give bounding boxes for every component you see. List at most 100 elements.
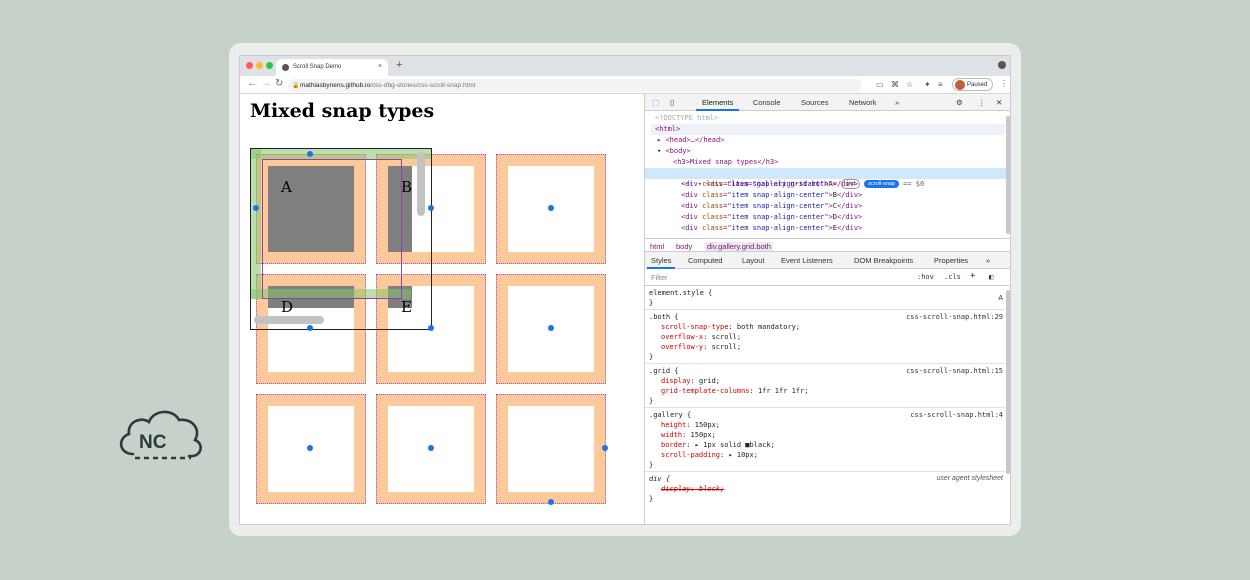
avatar: [955, 80, 965, 90]
nc-cloud-logo: NC: [119, 410, 202, 460]
device-toggle-icon[interactable]: ▯: [670, 98, 674, 107]
snap-point-dot: [253, 205, 259, 211]
dom-head[interactable]: ▸ <head>…</head>: [657, 135, 1010, 146]
browser-window: Scroll Snap Demo × + ← → ↻ 🔒 mathiasbyne…: [239, 55, 1011, 525]
dom-gallery-div-selected[interactable]: ··· ▾ <div class="gallery grid both"> gr…: [645, 168, 1007, 189]
css-declaration[interactable]: overflow-y: scroll;: [661, 342, 741, 352]
svg-text:NC: NC: [139, 432, 167, 453]
record-icon[interactable]: [998, 61, 1006, 69]
css-declaration[interactable]: height: 150px;: [661, 420, 720, 430]
devtools-toolbar: ⬚ ▯ Elements Console Sources Network » ⚙…: [645, 94, 1010, 111]
snap-point-dot: [428, 445, 434, 451]
dom-item[interactable]: <div class="item snap-align-center">C</d…: [681, 201, 1010, 212]
breadcrumb-body[interactable]: body: [676, 242, 692, 251]
grid-item-i: [496, 394, 606, 504]
dom-item[interactable]: <div class="item snap-align-center">E</d…: [681, 223, 1010, 234]
css-declaration[interactable]: scroll-snap-type: both mandatory;: [661, 322, 800, 332]
snap-point-dot: [307, 325, 313, 331]
css-declaration[interactable]: overflow-x: scroll;: [661, 332, 741, 342]
tab-title: Scroll Snap Demo: [293, 64, 342, 70]
font-editor-icon[interactable]: A: [998, 294, 1003, 304]
maximize-window-button[interactable]: [266, 62, 273, 69]
styles-filter-bar: Filter :hov .cls + ◧: [645, 269, 1010, 286]
toggle-sidebar-icon[interactable]: ◧: [989, 273, 993, 281]
rule-div-user-agent: div { user agent stylesheet display: blo…: [649, 475, 1003, 503]
hov-toggle[interactable]: :hov: [917, 273, 934, 281]
breadcrumb-gallery[interactable]: div.gallery.grid.both: [705, 242, 773, 251]
snap-point-dot: [307, 151, 313, 157]
cls-toggle[interactable]: .cls: [944, 273, 961, 281]
css-declaration[interactable]: display: grid;: [661, 376, 720, 386]
page-heading: Mixed snap types: [250, 100, 435, 122]
breadcrumb-html[interactable]: html: [650, 242, 664, 251]
rule-source-link[interactable]: css-scroll-snap.html:4: [910, 410, 1003, 420]
tab-console[interactable]: Console: [753, 98, 781, 107]
cast-icon[interactable]: ▭: [876, 80, 884, 89]
inspect-element-icon[interactable]: ⬚: [652, 98, 659, 107]
dom-h3[interactable]: <h3>Mixed snap types</h3>: [673, 157, 1010, 168]
media-icon[interactable]: ≡: [938, 80, 943, 89]
close-window-button[interactable]: [246, 62, 253, 69]
browser-menu-icon[interactable]: ⋮: [1000, 79, 1008, 88]
more-subtabs-icon[interactable]: »: [986, 256, 990, 265]
css-declaration[interactable]: scroll-padding: ▸ 10px;: [661, 450, 758, 460]
snap-point-dot: [428, 205, 434, 211]
vertical-scrollbar[interactable]: [417, 152, 425, 216]
devtools-panel: ⬚ ▯ Elements Console Sources Network » ⚙…: [644, 94, 1010, 524]
tab-elements[interactable]: Elements: [695, 98, 740, 111]
rule-source-link[interactable]: css-scroll-snap.html:15: [906, 366, 1003, 376]
styles-pane: element.style { } A .both { css-scroll-s…: [645, 286, 1005, 524]
snap-point-dot: [548, 205, 554, 211]
dom-html[interactable]: <html>: [651, 124, 1005, 135]
rule-both: .both { css-scroll-snap.html:29 scroll-s…: [645, 310, 1005, 364]
close-tab-icon[interactable]: ×: [378, 63, 382, 70]
url-field[interactable]: 🔒 mathiasbynens.github.io/css-dbg-storie…: [288, 79, 862, 92]
css-declaration[interactable]: grid-template-columns: 1fr 1fr 1fr;: [661, 386, 809, 396]
dom-doctype[interactable]: <!DOCTYPE html>: [655, 113, 1010, 124]
minimize-window-button[interactable]: [256, 62, 263, 69]
bookmark-star-icon[interactable]: ☆: [906, 80, 913, 89]
settings-gear-icon[interactable]: ⚙: [956, 98, 963, 107]
horizontal-scrollbar[interactable]: [254, 316, 324, 324]
styles-scrollbar[interactable]: [1006, 290, 1010, 474]
filter-input[interactable]: Filter: [651, 273, 668, 282]
close-devtools-icon[interactable]: ✕: [996, 98, 1002, 107]
new-tab-button[interactable]: +: [396, 59, 402, 71]
back-arrow-icon[interactable]: ←: [247, 78, 257, 89]
dom-item[interactable]: <div class="item snap-align-center">B</d…: [681, 190, 1010, 201]
forward-arrow-icon[interactable]: →: [261, 78, 271, 89]
css-declaration[interactable]: width: 150px;: [661, 430, 716, 440]
tab-layout[interactable]: Layout: [742, 256, 765, 265]
tab-network[interactable]: Network: [849, 98, 877, 107]
rule-source-link[interactable]: css-scroll-snap.html:29: [906, 312, 1003, 322]
snap-point-dot: [548, 499, 554, 505]
qr-icon[interactable]: ⌘: [891, 80, 899, 89]
dom-item[interactable]: <div class="item snap-align-start">A</di…: [681, 179, 1010, 190]
url-path: /css-dbg-stories/css-scroll-snap.html: [370, 82, 476, 89]
tab-dom-breakpoints[interactable]: DOM Breakpoints: [854, 256, 913, 265]
tab-bar: Scroll Snap Demo × +: [240, 56, 1010, 76]
reload-icon[interactable]: ↻: [275, 78, 283, 89]
browser-tab[interactable]: Scroll Snap Demo ×: [276, 59, 388, 76]
tab-event-listeners[interactable]: Event Listeners: [781, 256, 833, 265]
extensions-puzzle-icon[interactable]: ✦: [924, 80, 931, 89]
profile-status: Paused: [967, 82, 988, 88]
snapport-outline: [262, 159, 402, 299]
breadcrumb: html body div.gallery.grid.both: [645, 238, 1010, 252]
dom-item[interactable]: <div class="item snap-align-center">D</d…: [681, 212, 1010, 223]
dom-body[interactable]: ▾ <body>: [657, 146, 1010, 157]
rule-element-style: element.style { } A: [645, 286, 1005, 310]
dom-scrollbar[interactable]: [1006, 116, 1010, 234]
tab-styles[interactable]: Styles: [646, 256, 676, 269]
tab-sources[interactable]: Sources: [801, 98, 829, 107]
tab-properties[interactable]: Properties: [934, 256, 968, 265]
lock-icon: 🔒: [292, 83, 300, 89]
snap-point-dot: [548, 325, 554, 331]
css-declaration[interactable]: border: ▸ 1px solid ■black;: [661, 440, 775, 450]
profile-paused-button[interactable]: Paused: [952, 78, 993, 91]
devtools-menu-icon[interactable]: ⋮: [978, 98, 986, 107]
tab-computed[interactable]: Computed: [688, 256, 723, 265]
add-rule-icon[interactable]: +: [970, 271, 975, 281]
snap-point-dot: [428, 325, 434, 331]
more-tabs-icon[interactable]: »: [895, 98, 899, 107]
